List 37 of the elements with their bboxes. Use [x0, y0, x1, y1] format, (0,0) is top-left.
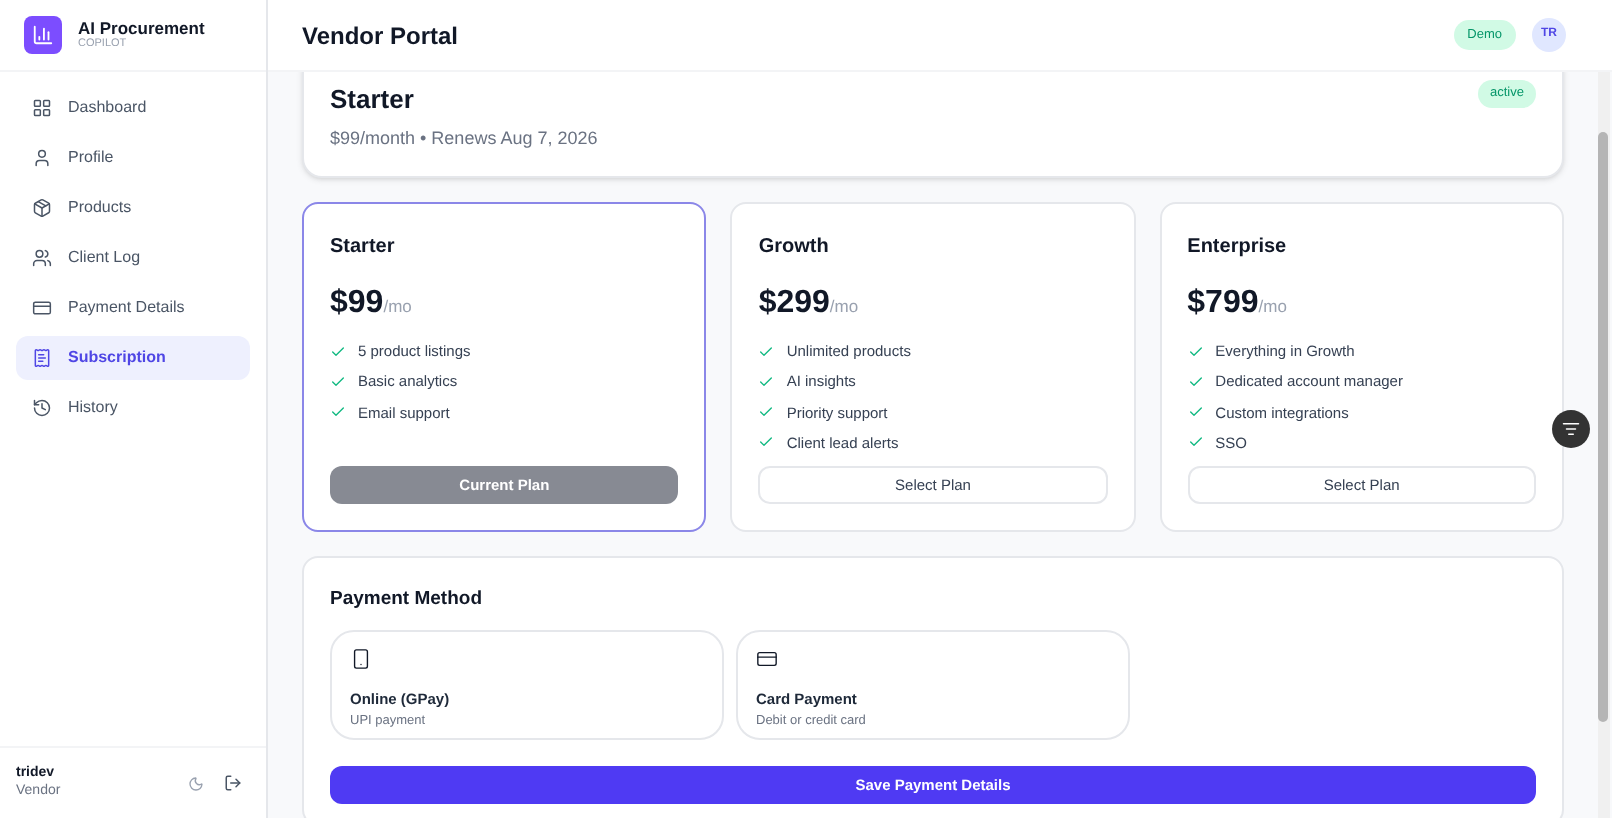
plan-price: $299 — [758, 284, 830, 324]
sidebar-item[interactable]: Payment Details — [16, 286, 250, 330]
grid-icon — [32, 98, 52, 118]
plan-details: $99/month • Renews Aug 7, 2026 — [330, 125, 598, 152]
person-icon — [32, 148, 52, 168]
sidebar-item[interactable]: Dashboard — [16, 86, 250, 130]
logo-icon — [24, 16, 62, 54]
moon-icon[interactable] — [188, 775, 204, 791]
card-icon — [756, 648, 778, 671]
scrollbar[interactable] — [1598, 72, 1610, 818]
plan-name: Starter — [330, 82, 416, 118]
sidebar-item[interactable]: Client Log — [16, 236, 250, 280]
sidebar-item[interactable]: History — [16, 386, 250, 430]
card-icon — [32, 298, 52, 318]
plan-price: $799 — [1187, 284, 1259, 324]
plan-title: Growth — [758, 234, 831, 262]
people-icon — [32, 248, 52, 268]
price-period: /mo — [383, 294, 412, 320]
floating-menu-button[interactable] — [1552, 410, 1590, 448]
scrollbar-thumb[interactable] — [1598, 132, 1608, 722]
filter-icon — [1562, 420, 1580, 438]
brand-name: AI Procurement — [78, 19, 205, 36]
price-period: /mo — [1258, 294, 1287, 320]
history-icon — [32, 398, 52, 418]
sidebar-item[interactable]: Products — [16, 186, 250, 230]
phone-icon — [350, 648, 372, 671]
page-title: Vendor Portal — [302, 19, 459, 53]
logout-icon[interactable] — [224, 774, 242, 792]
sidebar-item[interactable]: Subscription — [16, 336, 250, 380]
box-icon — [32, 198, 52, 218]
plan-title: Enterprise — [1187, 234, 1289, 262]
plan-title: Starter — [330, 234, 397, 262]
receipt-icon — [32, 348, 52, 368]
price-period: /mo — [829, 294, 859, 320]
section-title: Payment Method — [330, 586, 485, 614]
plan-price: $99 — [330, 284, 384, 324]
sidebar-item[interactable]: Profile — [16, 136, 250, 180]
